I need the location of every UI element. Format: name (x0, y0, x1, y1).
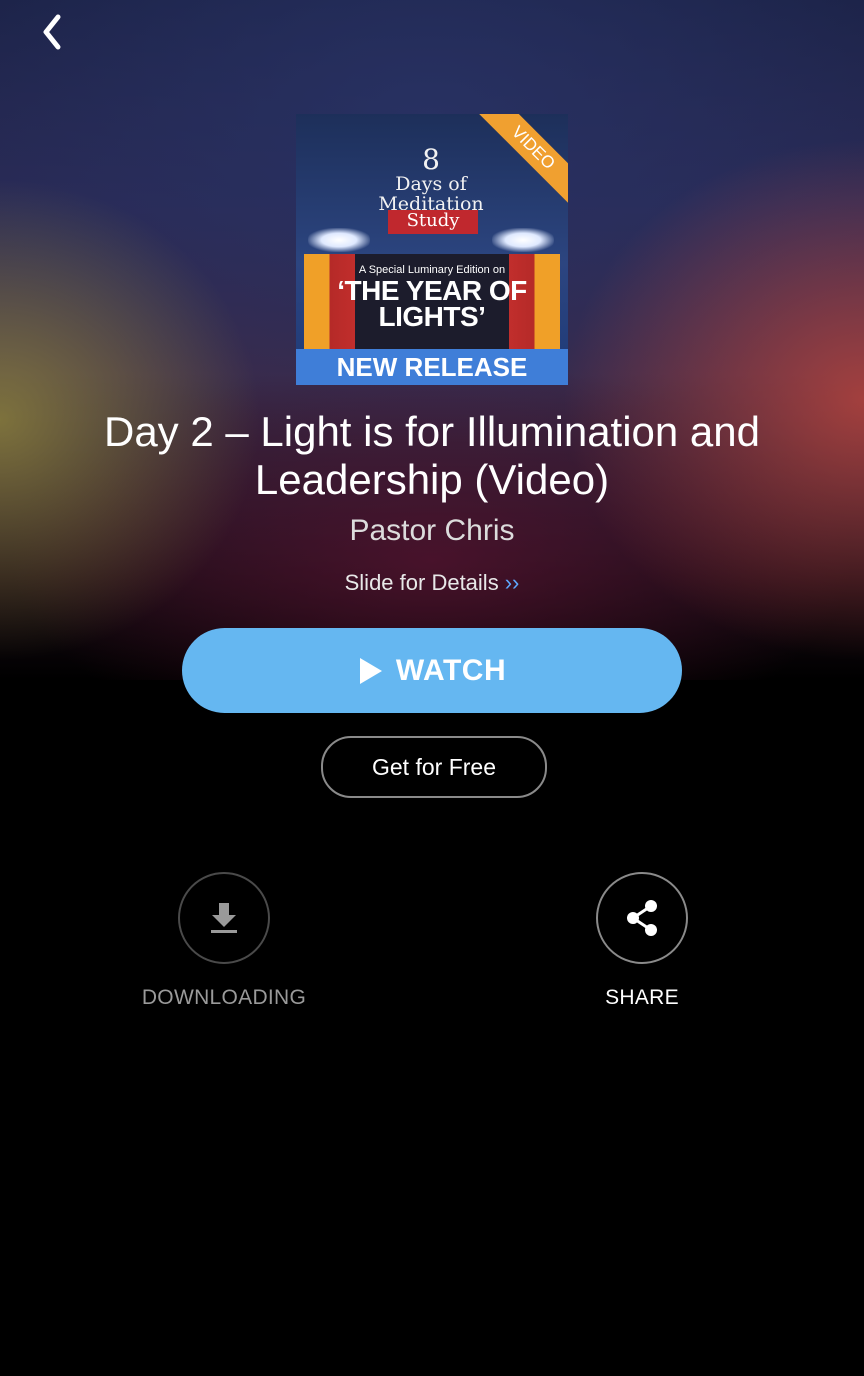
get-for-free-button[interactable]: Get for Free (321, 736, 547, 798)
cover-light-left (308, 228, 370, 252)
watch-button[interactable]: WATCH (182, 628, 682, 713)
cover-banner: NEW RELEASE (296, 349, 568, 385)
item-author: Pastor Chris (349, 514, 515, 547)
play-icon (359, 657, 382, 684)
chevron-left-icon (43, 14, 61, 50)
share-label: SHARE (605, 986, 679, 1009)
get-for-free-label: Get for Free (372, 753, 496, 780)
details-label: Slide for Details (344, 570, 499, 595)
back-button[interactable] (30, 10, 74, 54)
double-chevron-right-icon: ›› (504, 570, 520, 595)
cover-art: 8 Days of Meditation Study A Special Lum… (296, 114, 568, 385)
cover-headline: ‘THE YEAR OF LIGHTS’ (337, 275, 527, 332)
share-action[interactable]: SHARE (522, 872, 762, 1010)
cover-title: 8 Days of Meditation (356, 143, 506, 215)
cover-light-right (492, 228, 554, 252)
item-title: Day 2 – Light is for Illumination and Le… (103, 408, 761, 503)
cover-title-number: 8 (422, 143, 440, 176)
cover-title-line1: Days of (395, 173, 467, 195)
share-circle[interactable] (596, 872, 688, 964)
cover-ribbon: Study (388, 210, 478, 234)
share-icon (627, 900, 657, 936)
cover-stage-text: A Special Luminary Edition on ‘THE YEAR … (330, 264, 534, 332)
download-action: DOWNLOADING (104, 872, 344, 1010)
download-icon (211, 903, 237, 933)
slide-for-details[interactable]: Slide for Details ›› (0, 570, 864, 596)
download-circle (178, 872, 270, 964)
download-label: DOWNLOADING (141, 986, 307, 1009)
screen: 8 Days of Meditation Study A Special Lum… (0, 0, 864, 1376)
watch-button-label: WATCH (395, 653, 507, 687)
